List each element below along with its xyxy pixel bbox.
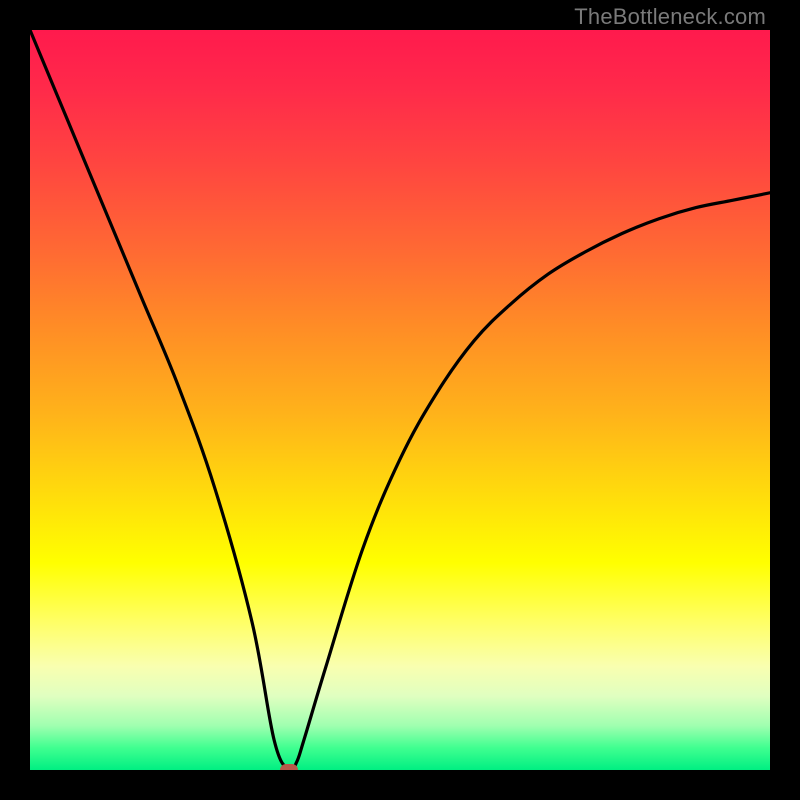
bottleneck-curve: [30, 30, 770, 770]
optimal-point-marker: [280, 764, 298, 770]
watermark-text: TheBottleneck.com: [574, 4, 766, 30]
chart-area: [30, 30, 770, 770]
